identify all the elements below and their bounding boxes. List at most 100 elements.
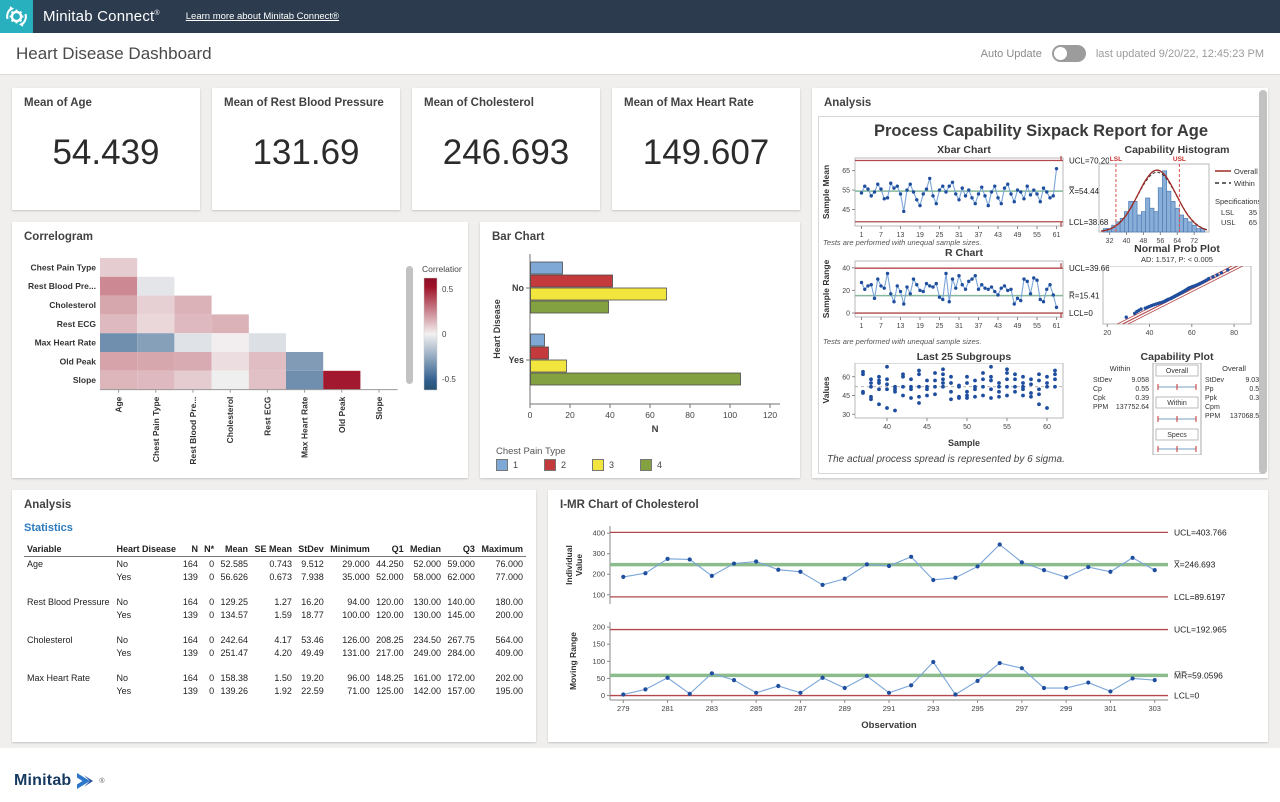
table-cell: 0 xyxy=(201,671,217,684)
table-cell: 44.250 xyxy=(373,557,407,571)
report-footnote: The actual process spread is represented… xyxy=(827,454,1065,465)
svg-text:50: 50 xyxy=(597,674,605,683)
table-cell: 249.00 xyxy=(407,646,444,659)
kpi-title: Mean of Age xyxy=(12,88,200,109)
svg-text:PPM: PPM xyxy=(1093,404,1108,411)
table-cell: 0.673 xyxy=(251,570,295,583)
table-cell: 130.00 xyxy=(407,608,444,621)
svg-text:Cpm: Cpm xyxy=(1205,404,1220,411)
panel-title: Correlogram xyxy=(12,222,468,243)
table-cell: 180.00 xyxy=(478,595,526,608)
table-cell: 164 xyxy=(180,557,201,571)
table-header: N* xyxy=(201,542,217,557)
svg-text:Ppk: Ppk xyxy=(1205,395,1218,402)
svg-text:61: 61 xyxy=(1053,232,1061,239)
table-cell: 140.00 xyxy=(444,595,478,608)
statistics-table: VariableHeart DiseaseNN*MeanSE MeanStDev… xyxy=(24,542,526,697)
svg-text:StDev: StDev xyxy=(1205,377,1225,384)
normal-prob-plot-title: Normal Prob Plot xyxy=(1091,243,1263,255)
legend-item: 4 xyxy=(640,459,662,471)
svg-text:0: 0 xyxy=(528,410,533,420)
bar-legend: 1234 xyxy=(496,459,662,471)
svg-text:55: 55 xyxy=(1033,323,1041,330)
svg-text:400: 400 xyxy=(592,529,605,538)
panel-title: Bar Chart xyxy=(480,222,800,243)
normal-prob-plot-subtitle: AD: 1.517, P: < 0.005 xyxy=(1091,255,1263,264)
table-row: Yes1390251.474.2049.49131.00217.00249.00… xyxy=(24,646,526,659)
kpi-value: 246.693 xyxy=(412,133,600,173)
table-cell: Yes xyxy=(113,608,179,621)
table-cell: 139.26 xyxy=(217,684,251,697)
svg-text:Old Peak: Old Peak xyxy=(60,356,97,366)
svg-text:Value: Value xyxy=(574,554,584,576)
legend-swatch xyxy=(592,459,604,471)
svg-text:0.39: 0.39 xyxy=(1135,395,1149,402)
learn-more-link[interactable]: Learn more about Minitab Connect® xyxy=(186,11,339,22)
table-cell: 53.46 xyxy=(295,633,327,646)
table-cell: 125.00 xyxy=(373,684,407,697)
kpi-card-mean-chol: Mean of Cholesterol 246.693 xyxy=(412,88,600,210)
scrollbar[interactable] xyxy=(406,266,413,384)
table-cell: 234.50 xyxy=(407,633,444,646)
capability-histogram: 324048566472LSLUSLOverallWithinSpecifica… xyxy=(1091,154,1263,252)
kpi-value: 131.69 xyxy=(212,133,400,173)
svg-text:Within: Within xyxy=(1110,364,1131,373)
svg-text:45: 45 xyxy=(923,424,931,431)
normal-prob-plot-svg: 20406080 xyxy=(1091,266,1263,342)
svg-text:USL: USL xyxy=(1221,218,1236,227)
table-row: Max Heart RateNo1640158.381.5019.2096.00… xyxy=(24,671,526,684)
table-cell: 7.938 xyxy=(295,570,327,583)
table-header: Median xyxy=(407,542,444,557)
analysis-sixpack-panel: Analysis Process Capability Sixpack Repo… xyxy=(812,88,1268,478)
kpi-card-mean-rbp: Mean of Rest Blood Pressure 131.69 xyxy=(212,88,400,210)
panel-title: Analysis xyxy=(12,490,536,511)
svg-text:279: 279 xyxy=(617,704,630,713)
svg-text:Rest Blood Pre...: Rest Blood Pre... xyxy=(28,281,96,291)
table-cell: 52.000 xyxy=(373,570,407,583)
table-header: Mean xyxy=(217,542,251,557)
svg-text:49: 49 xyxy=(1014,232,1022,239)
xbar-chart: 45556517131925313743495561UCL=70.20X̿=54… xyxy=(819,156,1109,248)
capability-plot-svg: OverallWithinSpecsWithinStDev9.058Cp0.55… xyxy=(1091,363,1263,455)
table-cell: 139 xyxy=(180,646,201,659)
table-cell: 145.00 xyxy=(444,608,478,621)
table-cell: Rest Blood Pressure xyxy=(24,595,113,608)
correlogram-svg: Chest Pain TypeRest Blood Pre...Choleste… xyxy=(18,252,462,472)
svg-text:55: 55 xyxy=(842,188,850,195)
table-cell: 139 xyxy=(180,684,201,697)
svg-text:-0.5: -0.5 xyxy=(442,375,456,384)
table-cell xyxy=(24,570,113,583)
legend-item: 2 xyxy=(544,459,566,471)
table-cell: 139 xyxy=(180,570,201,583)
table-cell: 58.000 xyxy=(407,570,444,583)
svg-text:40: 40 xyxy=(1146,330,1154,337)
bar-chart: 020406080100120NHeart DiseaseNoYes xyxy=(486,248,794,448)
table-cell: Age xyxy=(24,557,113,571)
svg-text:19: 19 xyxy=(916,323,924,330)
table-cell: 120.00 xyxy=(373,608,407,621)
table-cell: 0 xyxy=(201,595,217,608)
table-cell: 130.00 xyxy=(407,595,444,608)
svg-text:Specs: Specs xyxy=(1167,432,1187,439)
svg-text:43: 43 xyxy=(994,232,1002,239)
auto-update-toggle[interactable] xyxy=(1052,45,1086,62)
svg-text:No: No xyxy=(512,283,524,293)
capability-plot: OverallWithinSpecsWithinStDev9.058Cp0.55… xyxy=(1091,363,1263,455)
svg-text:25: 25 xyxy=(936,323,944,330)
last-updated-text: last updated 9/20/22, 12:45:23 PM xyxy=(1096,48,1264,60)
svg-text:9.058: 9.058 xyxy=(1131,377,1149,384)
table-cell: 217.00 xyxy=(373,646,407,659)
capability-plot-title: Capability Plot xyxy=(1091,351,1263,363)
bar-legend-title: Chest Pain Type xyxy=(496,446,566,457)
table-cell: 157.00 xyxy=(444,684,478,697)
svg-text:297: 297 xyxy=(1016,704,1029,713)
svg-text:Cp: Cp xyxy=(1093,386,1102,393)
table-cell: 564.00 xyxy=(478,633,526,646)
svg-text:0: 0 xyxy=(601,691,605,700)
table-cell: No xyxy=(113,595,179,608)
app-header: Heart Disease Dashboard Auto Update last… xyxy=(0,33,1280,75)
legend-label: 1 xyxy=(513,460,518,470)
scrollbar[interactable] xyxy=(1259,90,1267,474)
kpi-title: Mean of Max Heart Rate xyxy=(612,88,800,109)
svg-text:Cpk: Cpk xyxy=(1093,395,1106,402)
